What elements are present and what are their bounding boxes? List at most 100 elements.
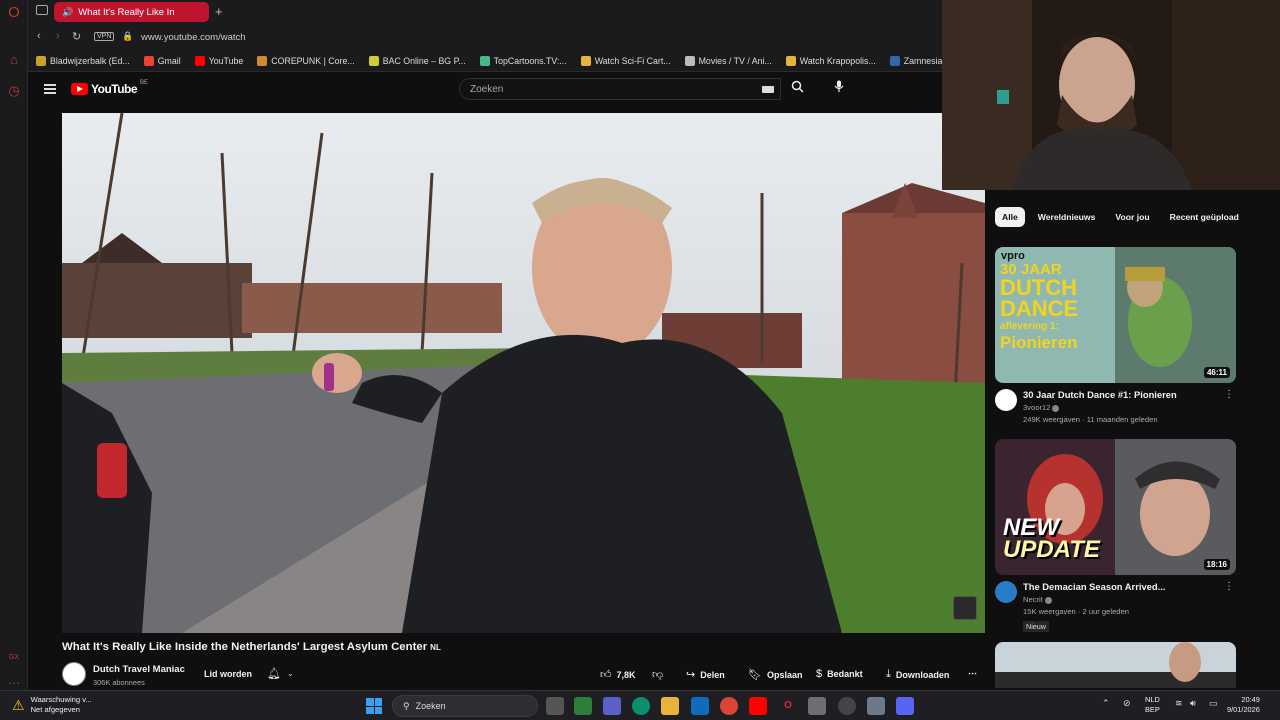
bookmark-label: Gmail [157,55,181,66]
recommendation-channel[interactable]: 3voor12 [1023,403,1050,412]
menu-icon[interactable] [44,84,56,94]
keyboard-icon[interactable] [762,86,774,93]
start-button[interactable] [366,698,382,714]
calculator-icon[interactable] [808,697,826,715]
youtube-play-icon [71,83,88,95]
opera-sidebar: O ⌂ ◷ GX … [0,0,28,690]
microphone-button[interactable] [826,78,852,100]
chevron-up-icon[interactable]: ⌃ [1102,698,1110,709]
search-button[interactable] [781,78,813,100]
video-player[interactable] [62,113,985,633]
channel-watermark-icon[interactable] [953,596,977,620]
channel-name[interactable]: Dutch Travel Maniac [93,664,185,675]
channel-avatar[interactable] [995,581,1017,603]
download-button[interactable]: ⤓ Downloaden [886,668,949,681]
url-field[interactable]: www.youtube.com/watch [141,32,246,43]
bookmark-label: Movies / TV / Ani... [698,55,772,66]
recommendation-title[interactable]: The Demacian Season Arrived... [1023,581,1236,592]
thumb-line4: aflevering 1: [1000,321,1059,332]
settings-icon[interactable] [867,697,885,715]
more-options-icon[interactable]: ⋮ [1224,389,1234,400]
recommendation-item[interactable]: vpro 30 JAAR DUTCH DANCE aflevering 1: P… [995,247,1236,424]
filter-chip[interactable]: Wereldnieuws [1030,207,1103,227]
history-icon[interactable]: ◷ [6,83,22,99]
like-button[interactable]: 👍︎ 7,8K [600,668,636,681]
forward-icon[interactable]: › [56,30,60,42]
gmail-icon [143,55,154,66]
bookmark-item[interactable]: Watch Krapopolis... [785,55,876,66]
edge-icon[interactable] [632,697,650,715]
recommendation-thumbnail[interactable]: vpro 30 JAAR DUTCH DANCE aflevering 1: P… [995,247,1236,383]
recommendation-thumbnail[interactable] [995,642,1236,688]
bookmark-item[interactable]: Watch Sci-Fi Cart... [580,55,671,66]
active-tab[interactable]: 🔊 What It's Really Like In [54,2,209,22]
save-button[interactable]: 🔖︎ Opslaan [748,668,802,681]
taskbar-search[interactable]: ⚲ Zoeken [392,695,538,717]
vpn-badge[interactable]: VPN [94,32,115,41]
share-button[interactable]: ↪ Delen [686,668,725,681]
tray-icon[interactable]: ⊘ [1123,698,1131,709]
recommendation-thumbnail[interactable]: NEW UPDATE 18:16 [995,439,1236,575]
opera-gx-icon[interactable]: O [779,697,797,715]
back-icon[interactable]: ‹ [37,30,41,42]
youtube-logo[interactable]: YouTube BE [71,80,149,96]
bookmark-item[interactable]: BAC Online – BG P... [368,55,466,66]
chevron-down-icon[interactable]: ⌄ [287,669,294,678]
new-tab-button[interactable]: + [215,4,223,19]
more-options-icon[interactable]: ⋮ [1224,581,1234,592]
dislike-button[interactable]: 👎︎ [652,668,663,681]
recommendation-channel[interactable]: Necrit [1023,595,1043,604]
folder-icon [36,55,46,66]
lock-icon[interactable]: 🔒 [122,31,133,42]
bookmark-label: TopCartoons.TV:... [493,55,567,66]
bookmark-item[interactable]: COREPUNK | Core... [257,55,355,66]
teams-icon[interactable] [603,697,621,715]
recommendation-item[interactable] [995,642,1236,688]
chrome-icon[interactable] [720,697,738,715]
channel-avatar[interactable] [995,389,1017,411]
topcartoons-icon [479,55,490,66]
language-indicator[interactable]: NLD BEP [1145,695,1160,715]
thanks-button[interactable]: $ Bedankt [816,668,863,680]
file-explorer-icon[interactable] [661,697,679,715]
reload-icon[interactable]: ↻ [72,30,81,43]
date: 9/01/2026 [1227,705,1260,714]
bag-icon[interactable]: ⌂ [6,52,22,68]
bookmark-item[interactable]: Gmail [143,55,181,66]
bookmark-item[interactable]: TopCartoons.TV:... [479,55,567,66]
youtube-app-icon[interactable] [749,697,767,715]
filter-chips: Alle Wereldnieuws Voor jou Recent geüpload [995,207,1246,227]
discord-icon[interactable] [896,697,914,715]
country-code: BE [140,80,149,86]
battery-icon[interactable]: ▭ [1209,698,1218,709]
channel-avatar[interactable] [62,662,86,686]
bookmark-item[interactable]: YouTube [194,55,243,66]
filter-chip[interactable]: Voor jou [1108,207,1157,227]
tab-sidebar-icon[interactable] [36,5,48,15]
opera-logo-icon[interactable]: O [6,5,22,21]
recommendation-title[interactable]: 30 Jaar Dutch Dance #1: Pionieren [1023,389,1236,400]
warning-notification[interactable]: ⚠ Waarschuwing v... Net afgegeven [12,695,92,715]
outlook-icon[interactable] [691,697,709,715]
search-icon [791,80,804,93]
speaker-icon[interactable]: 🔊 [62,7,73,18]
task-view-icon[interactable] [546,697,564,715]
search-input[interactable]: Zoeken [459,78,781,100]
gx-icon[interactable]: GX [6,650,22,666]
join-button[interactable]: Lid worden [204,669,252,679]
volume-icon[interactable]: 🔊︎ [1190,698,1196,709]
recommendation-item[interactable]: NEW UPDATE 18:16 The Demacian Season Arr… [995,439,1236,634]
more-actions-icon[interactable]: ⋯ [968,668,977,679]
bookmark-item[interactable]: Movies / TV / Ani... [684,55,772,66]
like-count: 7,8K [616,669,636,680]
app-icon[interactable] [838,697,856,715]
share-label: Delen [700,669,725,680]
calculator-app-icon[interactable] [574,697,592,715]
bell-icon[interactable]: 🔔︎ [267,667,281,680]
filter-chip[interactable]: Recent geüpload [1162,207,1246,227]
clock[interactable]: 20:49 9/01/2026 [1227,695,1260,715]
filter-chip[interactable]: Alle [995,207,1025,227]
bookmark-item[interactable]: Bladwijzerbalk (Ed... [36,55,130,66]
more-icon[interactable]: … [6,672,22,688]
wifi-icon[interactable]: ≋ [1175,698,1183,709]
